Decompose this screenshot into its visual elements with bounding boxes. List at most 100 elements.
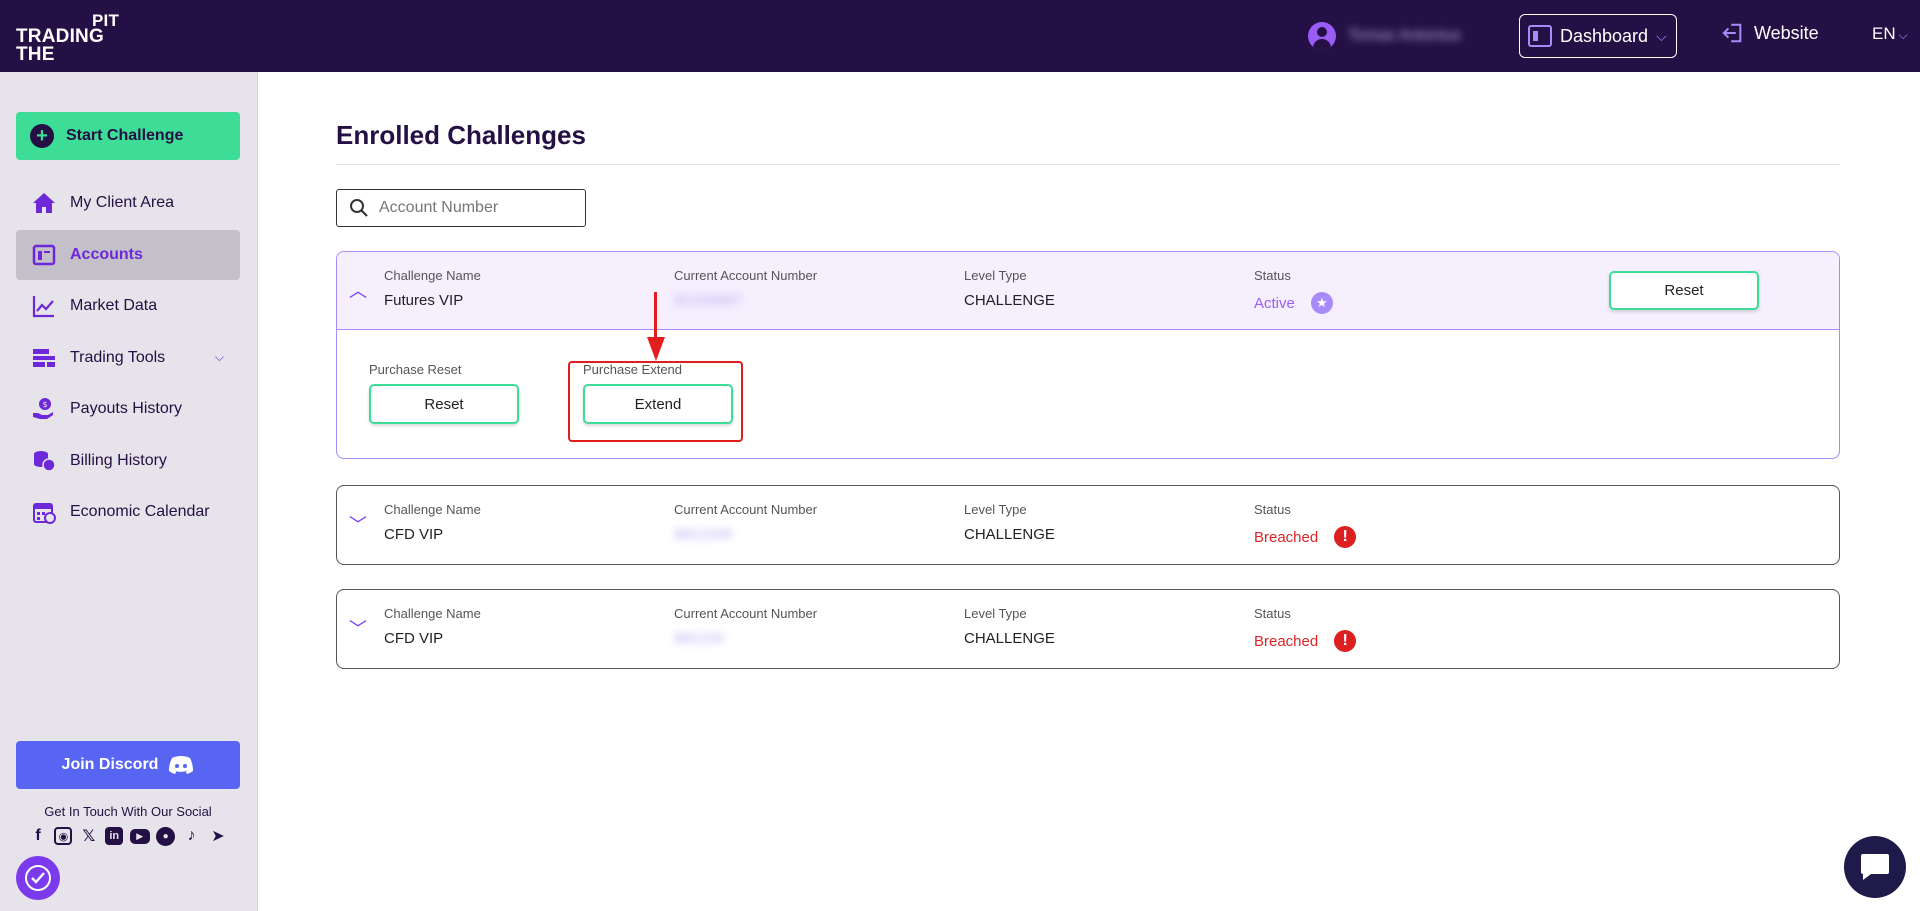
social-title: Get In Touch With Our Social <box>44 804 212 819</box>
user-name: Tomas Antonius <box>1348 27 1461 44</box>
logo-text-the: THE <box>16 44 55 65</box>
dashboard-label: Dashboard <box>1560 25 1649 46</box>
sidebar-item-payouts-history[interactable]: $ Payouts History <box>16 384 240 434</box>
purchase-reset-label: Purchase Reset <box>369 362 462 377</box>
main-content: Enrolled Challenges ︿ Challenge Name Fut… <box>258 72 1920 911</box>
sidebar-item-trading-tools[interactable]: Trading Tools ⌵ <box>16 333 240 383</box>
sidebar-item-label: Accounts <box>70 245 143 263</box>
chevron-down-icon: ⌵ <box>1898 28 1908 42</box>
chat-icon <box>1861 854 1889 880</box>
start-challenge-button[interactable]: + Start Challenge <box>16 112 240 160</box>
chevron-up-icon[interactable]: ︿ <box>347 279 369 301</box>
tiktok-icon[interactable]: ♪ <box>182 826 202 846</box>
chevron-down-icon[interactable]: ﹀ <box>347 513 369 535</box>
tools-icon <box>33 348 55 367</box>
account-number-label: Current Account Number <box>674 502 818 517</box>
sidebar-item-market-data[interactable]: Market Data <box>16 281 240 331</box>
join-discord-label: Join Discord <box>61 756 159 773</box>
chevron-down-icon[interactable]: ﹀ <box>347 617 369 639</box>
sidebar-item-my-client-area[interactable]: My Client Area <box>16 178 240 228</box>
sidebar-item-label: My Client Area <box>70 194 175 211</box>
challenge-card-header[interactable]: ﹀ Challenge Name CFD VIP Current Account… <box>337 590 1839 668</box>
alert-icon: ! <box>1334 526 1357 548</box>
chevron-down-icon: ⌵ <box>214 350 224 364</box>
chevron-down-icon: ⌵ <box>1656 27 1667 44</box>
sidebar-item-label: Trading Tools <box>70 348 166 366</box>
user-avatar-icon <box>1308 22 1336 50</box>
status-text: Active <box>1254 294 1295 312</box>
sidebar-nav: My Client Area Accounts Market Data Trad… <box>16 178 240 539</box>
challenge-card-header[interactable]: ︿ Challenge Name Futures VIP Current Acc… <box>337 252 1839 330</box>
top-bar: PIT TRADING THE Tomas Antonius Dashboard… <box>0 0 1920 72</box>
coins-icon <box>34 450 56 472</box>
sidebar-item-billing-history[interactable]: Billing History <box>16 436 240 486</box>
status-value: Active ★ <box>1254 292 1333 314</box>
status-label: Status <box>1254 268 1291 283</box>
alert-icon: ! <box>1334 630 1357 652</box>
language-selector[interactable]: EN ⌵ <box>1872 24 1908 44</box>
sidebar: + Start Challenge My Client Area Account… <box>0 72 258 911</box>
telegram-icon[interactable]: ➤ <box>208 826 228 846</box>
chart-line-icon <box>32 296 54 318</box>
status-label: Status <box>1254 502 1291 517</box>
challenge-name-value: CFD VIP <box>384 526 444 543</box>
website-label: Website <box>1754 22 1819 43</box>
sidebar-item-label: Economic Calendar <box>70 503 210 520</box>
level-type-value: CHALLENGE <box>964 630 1055 647</box>
annotation-arrow-icon <box>647 337 665 361</box>
title-divider <box>336 164 1840 165</box>
search-icon <box>350 199 368 217</box>
account-number-value: 91234567 <box>674 292 741 309</box>
search-input[interactable] <box>379 199 569 217</box>
join-discord-button[interactable]: Join Discord <box>16 741 240 789</box>
sidebar-item-label: Payouts History <box>70 400 183 417</box>
plus-icon: + <box>30 124 54 148</box>
account-number-col: Current Account Number 881234 <box>674 606 817 647</box>
reddit-icon[interactable]: ● <box>156 826 176 846</box>
discord-icon <box>169 756 194 774</box>
accessibility-icon <box>25 865 51 891</box>
level-type-label: Level Type <box>964 502 1027 517</box>
challenge-name-label: Challenge Name <box>384 268 481 283</box>
reset-button[interactable]: Reset <box>1609 271 1759 310</box>
status-col: Status Breached ! <box>1254 606 1357 652</box>
highlight-box <box>568 361 743 442</box>
website-link[interactable]: Website <box>1722 22 1819 44</box>
social-links: f ◉ 𝕏 in ▶ ● ♪ ➤ <box>28 826 228 846</box>
youtube-icon[interactable]: ▶ <box>129 828 150 844</box>
calendar-icon <box>33 503 56 524</box>
dashboard-dropdown[interactable]: Dashboard ⌵ <box>1519 14 1677 58</box>
status-label: Status <box>1254 606 1291 621</box>
instagram-icon[interactable]: ◉ <box>54 827 73 845</box>
challenge-card-2: ﹀ Challenge Name CFD VIP Current Account… <box>336 485 1840 565</box>
account-number-label: Current Account Number <box>674 606 818 621</box>
challenge-card-body: Purchase Reset Reset Purchase Extend Ext… <box>337 330 1839 458</box>
search-box <box>336 189 586 227</box>
user-menu[interactable]: Tomas Antonius <box>1308 20 1461 52</box>
challenge-name-col: Challenge Name Futures VIP <box>384 268 481 309</box>
status-text: Breached <box>1254 632 1319 650</box>
star-icon: ★ <box>1310 292 1333 314</box>
challenge-name-col: Challenge Name CFD VIP <box>384 502 481 543</box>
payout-icon: $ <box>33 398 53 419</box>
sidebar-item-label: Market Data <box>70 297 158 314</box>
level-type-label: Level Type <box>964 606 1027 621</box>
challenge-card-header[interactable]: ﹀ Challenge Name CFD VIP Current Account… <box>337 486 1839 564</box>
x-icon[interactable]: 𝕏 <box>79 826 99 846</box>
facebook-icon[interactable]: f <box>28 826 48 846</box>
purchase-reset-button[interactable]: Reset <box>369 384 519 424</box>
status-value: Breached ! <box>1254 526 1357 548</box>
sidebar-item-accounts[interactable]: Accounts <box>16 229 240 280</box>
level-type-col: Level Type CHALLENGE <box>964 606 1055 647</box>
account-number-value: 881234 <box>674 630 725 647</box>
account-number-col: Current Account Number 91234567 <box>674 268 817 309</box>
brand-logo[interactable]: PIT TRADING THE <box>16 10 136 65</box>
status-col: Status Breached ! <box>1254 502 1357 548</box>
account-number-value: 8812345 <box>674 526 733 543</box>
language-label: EN <box>1872 24 1896 43</box>
sidebar-item-economic-calendar[interactable]: Economic Calendar <box>16 487 240 537</box>
accessibility-fab[interactable] <box>16 856 60 900</box>
chat-widget-button[interactable] <box>1844 836 1906 898</box>
exit-icon <box>1722 23 1742 43</box>
linkedin-icon[interactable]: in <box>105 827 124 845</box>
